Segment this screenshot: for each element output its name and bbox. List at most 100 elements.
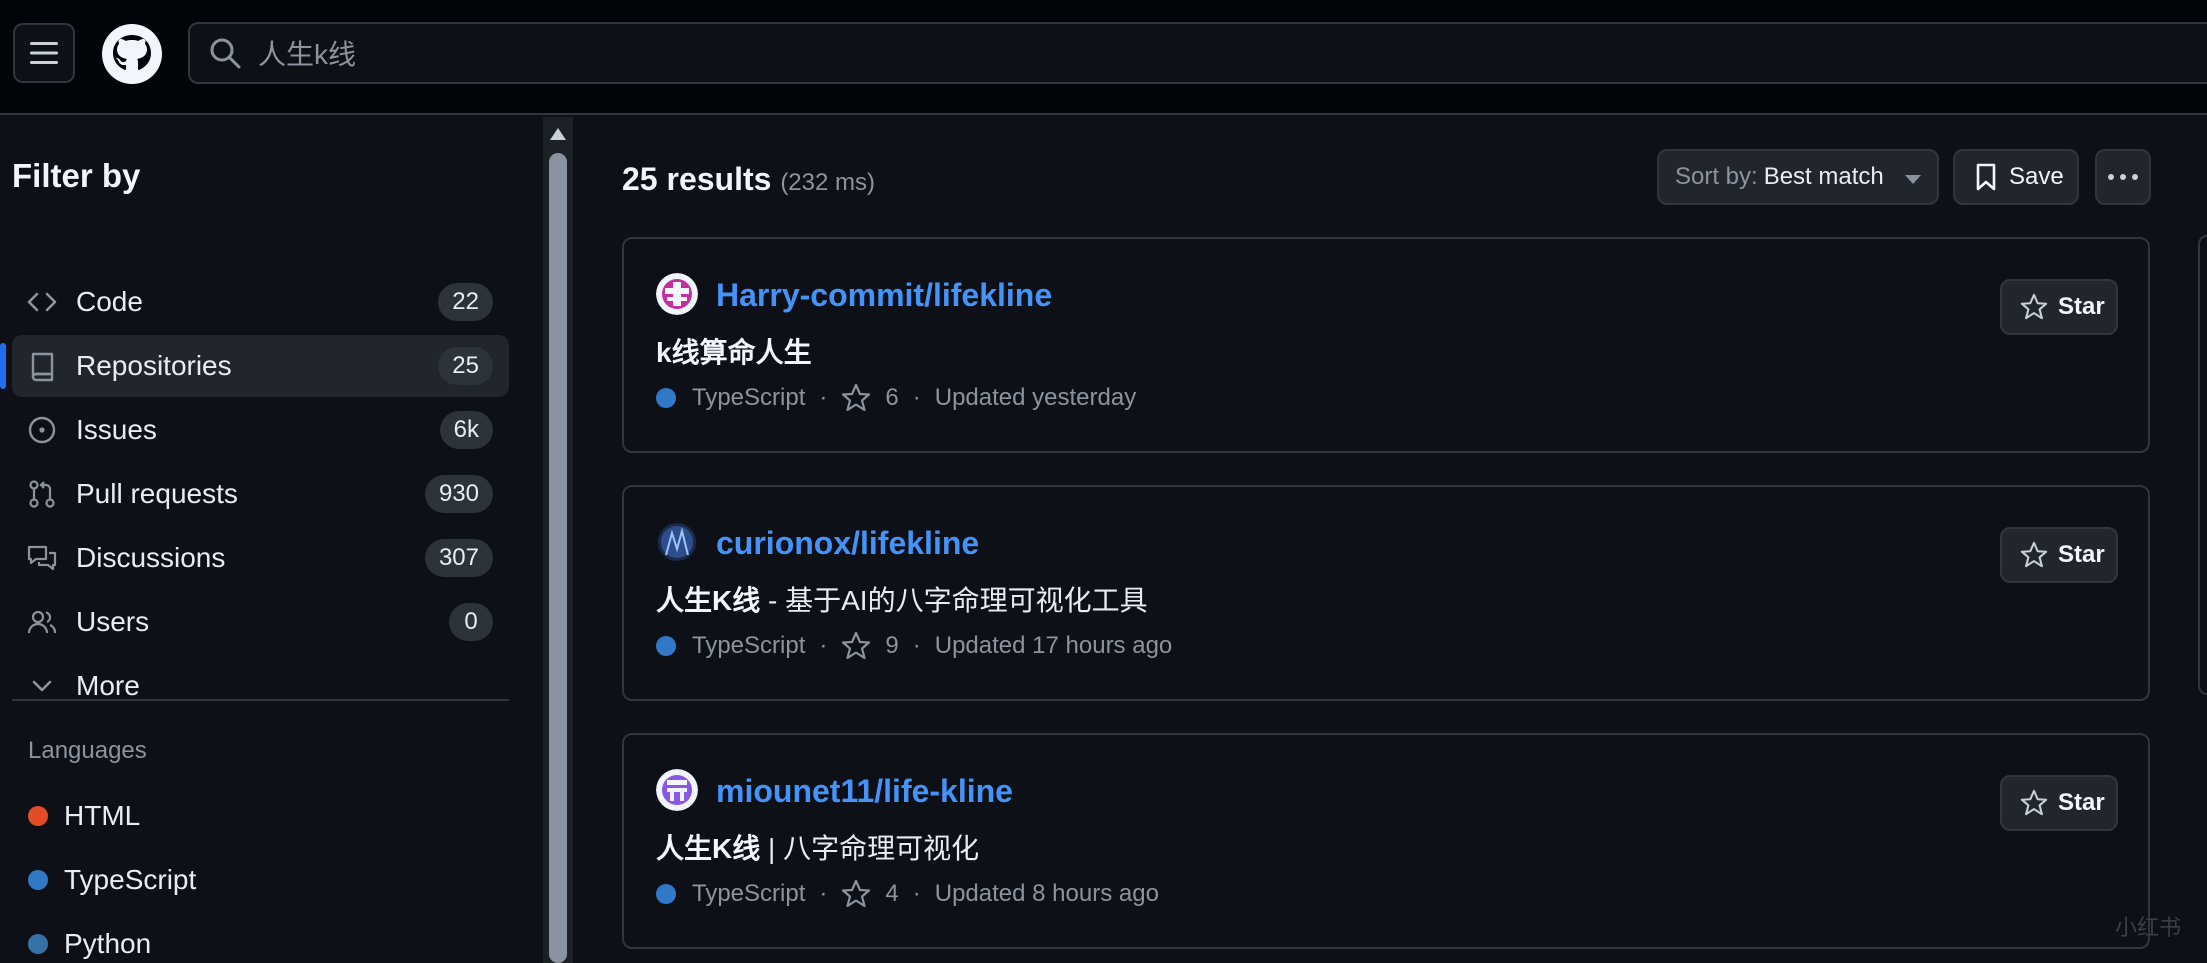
sidebar-item-pull-requests[interactable]: Pull requests 930 (12, 463, 509, 525)
save-search-button[interactable]: Save (1953, 149, 2079, 205)
filter-title: Filter by (12, 157, 141, 194)
count-badge: 25 (438, 347, 493, 385)
star-icon (842, 631, 871, 660)
sidebar-item-users[interactable]: Users 0 (12, 591, 509, 653)
sidebar-item-label: Pull requests (76, 478, 238, 509)
sort-label: Sort by: (1675, 163, 1758, 190)
meta-separator: · (819, 632, 828, 659)
count-badge: 0 (449, 603, 493, 641)
repo-link[interactable]: Harry-commit/lifekline (716, 277, 1052, 314)
language-filter-typescript[interactable]: TypeScript (28, 864, 196, 896)
updated-time: Updated yesterday (934, 384, 1137, 411)
language-filter-python[interactable]: Python (28, 928, 151, 960)
repo-meta: TypeScript · 9 · Updated 17 hours ago (656, 631, 1172, 661)
github-logo-icon[interactable] (101, 23, 163, 85)
save-label: Save (2009, 163, 2064, 190)
language-filter-html[interactable]: HTML (28, 800, 140, 832)
language-color-dot (656, 388, 676, 408)
issue-icon (28, 416, 56, 444)
description-highlight: 人生K线 (656, 585, 761, 616)
language-color-dot (656, 636, 676, 656)
star-count[interactable]: 9 (885, 632, 898, 660)
sort-dropdown[interactable]: Sort by: Best match (1657, 149, 1939, 205)
filter-sidebar: Filter by Code 22 Repositories 25 Issues… (0, 117, 543, 963)
count-badge: 930 (424, 475, 493, 513)
sidebar-item-discussions[interactable]: Discussions 307 (12, 527, 509, 589)
sidebar-item-label: Discussions (76, 542, 226, 573)
meta-separator: · (912, 384, 921, 411)
sidebar-scrollbar[interactable] (543, 117, 573, 963)
hamburger-icon (30, 42, 58, 64)
star-icon (842, 879, 871, 908)
search-query-text: 人生k线 (258, 39, 357, 70)
discussion-icon (27, 545, 57, 571)
repo-icon (31, 352, 54, 382)
results-heading: 25 results (232 ms) (622, 161, 875, 198)
results-panel: 25 results (232 ms) Sort by: Best match … (573, 117, 2207, 963)
language-label: TypeScript (64, 864, 197, 895)
sidebar-item-repositories[interactable]: Repositories 25 (0, 335, 509, 397)
description-highlight: k线算命人生 (656, 337, 812, 368)
top-header: 人生k线 (0, 0, 2207, 115)
owner-avatar[interactable] (656, 521, 698, 563)
search-input[interactable]: 人生k线 (188, 22, 2207, 84)
repo-meta: TypeScript · 6 · Updated yesterday (656, 383, 1136, 413)
updated-time: Updated 8 hours ago (934, 880, 1159, 907)
search-icon (210, 38, 241, 69)
results-count: 25 results (622, 161, 772, 197)
language-color-dot (28, 870, 48, 890)
repo-meta: TypeScript · 4 · Updated 8 hours ago (656, 879, 1159, 909)
owner-avatar[interactable] (656, 273, 698, 315)
description-highlight: 人生K线 (656, 833, 761, 864)
star-button[interactable]: Star (2000, 775, 2118, 831)
repo-language: TypeScript (692, 384, 806, 411)
bookmark-icon (1976, 163, 1996, 191)
language-color-dot (656, 884, 676, 904)
more-options-button[interactable] (2095, 149, 2151, 205)
description-text: - 基于AI的八字命理可视化工具 (760, 585, 1148, 616)
sidebar-item-more[interactable]: More (12, 655, 509, 717)
sidebar-item-label: More (76, 670, 140, 701)
sidebar-divider (12, 699, 509, 701)
star-count[interactable]: 6 (885, 384, 898, 412)
hamburger-menu-button[interactable] (13, 23, 75, 83)
sidebar-item-issues[interactable]: Issues 6k (12, 399, 509, 461)
repo-description: 人生K线 | 八字命理可视化 (656, 827, 979, 867)
pull-request-icon (29, 480, 55, 508)
repo-description: k线算命人生 (656, 331, 812, 371)
count-badge: 22 (438, 283, 493, 321)
meta-separator: · (912, 880, 921, 907)
star-label: Star (2058, 789, 2105, 816)
scroll-up-arrow-icon[interactable] (550, 128, 566, 140)
repo-language: TypeScript (692, 880, 806, 907)
owner-avatar[interactable] (656, 769, 698, 811)
repo-language: TypeScript (692, 632, 806, 659)
star-icon (2020, 293, 2048, 320)
star-icon (2020, 789, 2048, 816)
users-icon (27, 610, 57, 634)
star-button[interactable]: Star (2000, 279, 2118, 335)
scrollbar-thumb[interactable] (549, 153, 567, 963)
active-indicator (0, 343, 6, 389)
sidebar-item-label: Code (76, 286, 143, 317)
meta-separator: · (912, 632, 921, 659)
description-text: | 八字命理可视化 (760, 833, 980, 864)
sort-value: Best match (1763, 163, 1884, 190)
language-color-dot (28, 934, 48, 954)
count-badge: 6k (439, 411, 493, 449)
sidebar-item-label: Issues (76, 414, 157, 445)
star-button[interactable]: Star (2000, 527, 2118, 583)
caret-down-icon (1905, 175, 1921, 184)
repo-link[interactable]: miounet11/life-kline (716, 773, 1013, 810)
meta-separator: · (819, 384, 828, 411)
repo-link[interactable]: curionox/lifekline (716, 525, 979, 562)
kebab-horizontal-icon (2108, 174, 2138, 180)
sidebar-item-code[interactable]: Code 22 (12, 271, 509, 333)
star-label: Star (2058, 541, 2105, 568)
count-badge: 307 (424, 539, 493, 577)
star-count[interactable]: 4 (885, 880, 898, 908)
star-icon (842, 383, 871, 412)
updated-time: Updated 17 hours ago (934, 632, 1173, 659)
meta-separator: · (819, 880, 828, 907)
sidebar-item-label: Users (76, 606, 150, 637)
